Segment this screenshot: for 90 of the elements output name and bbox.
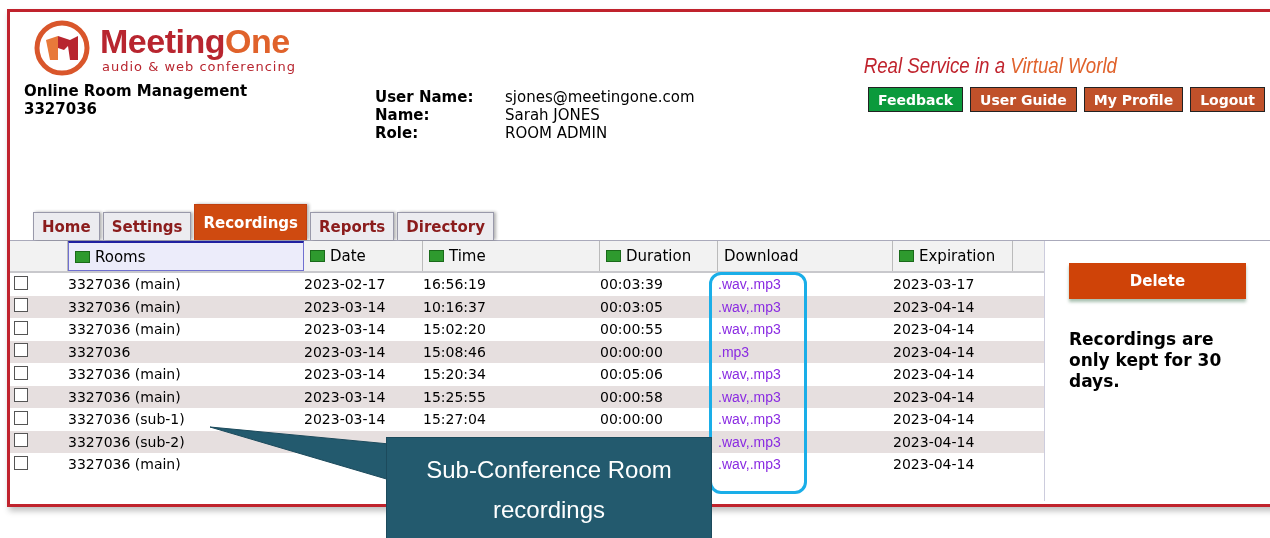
column-header[interactable]: Expiration <box>893 241 1013 271</box>
download-link[interactable]: .wav,.mp3 <box>718 366 781 383</box>
tab[interactable]: Reports <box>310 212 395 240</box>
download-link[interactable]: .wav,.mp3 <box>718 433 781 450</box>
table-cell: 3327036 (sub-2) <box>68 433 185 450</box>
table-cell: 00:00:58 <box>600 388 663 405</box>
table-cell: 15:27:04 <box>423 411 486 428</box>
sort-icon <box>429 250 444 262</box>
table-cell: 2023-04-14 <box>893 298 975 315</box>
column-header[interactable]: Time <box>423 241 600 271</box>
sort-icon <box>75 250 90 263</box>
table-cell: 2023-04-14 <box>893 321 975 338</box>
table-cell: 3327036 (main) <box>68 321 181 338</box>
download-link[interactable]: .wav,.mp3 <box>718 388 781 405</box>
table-cell: 00:00:00 <box>600 343 663 360</box>
table-cell: 2023-03-17 <box>893 276 975 293</box>
table-cell: 3327036 <box>68 343 131 360</box>
row-checkbox[interactable] <box>14 275 28 290</box>
row-checkbox[interactable] <box>14 320 28 335</box>
user-field-value: sjones@meetingone.com <box>505 88 695 106</box>
table-cell: 00:05:06 <box>600 366 663 383</box>
retention-note: Recordings are only kept for 30 days. <box>1069 329 1223 392</box>
download-link[interactable]: .wav,.mp3 <box>718 411 781 428</box>
table-cell: 00:00:55 <box>600 321 663 338</box>
table-cell: 2023-03-14 <box>304 343 386 360</box>
header-button[interactable]: User Guide <box>970 87 1077 112</box>
table-cell: 2023-03-14 <box>304 298 386 315</box>
slogan: Real Service in a Virtual World <box>863 53 1117 79</box>
tab[interactable]: Settings <box>102 212 192 240</box>
download-link[interactable]: .wav,.mp3 <box>718 276 781 293</box>
tab[interactable]: Home <box>33 212 100 240</box>
row-checkbox[interactable] <box>14 388 28 403</box>
column-header[interactable]: Duration <box>600 241 718 271</box>
download-link[interactable]: .mp3 <box>718 343 750 360</box>
row-checkbox[interactable] <box>14 433 28 448</box>
table-cell: 2023-03-14 <box>304 388 386 405</box>
column-header[interactable]: Download <box>718 241 893 271</box>
table-cell: 3327036 (sub-1) <box>68 411 185 428</box>
table-cell: 00:03:05 <box>600 298 663 315</box>
user-field-value: ROOM ADMIN <box>505 124 609 142</box>
table-cell: 10:16:37 <box>423 298 486 315</box>
table-cell: 2023-04-14 <box>893 388 975 405</box>
table-cell: 00:03:39 <box>600 276 663 293</box>
header-button[interactable]: Logout <box>1190 87 1265 112</box>
row-checkbox[interactable] <box>14 343 28 358</box>
table-cell: 00:00:00 <box>600 411 663 428</box>
table-cell: 3327036 (main) <box>68 276 181 293</box>
tab[interactable]: Directory <box>397 212 494 240</box>
user-field-value: Sarah JONES <box>505 106 601 124</box>
table-cell: 2023-04-14 <box>893 456 975 473</box>
app-title: Online Room Management <box>24 82 249 100</box>
user-field-label: User Name: <box>375 88 475 106</box>
table-cell: 3327036 (main) <box>68 456 181 473</box>
user-field-label: Role: <box>375 124 420 142</box>
logo-wordmark: MeetingOne <box>100 22 291 59</box>
table-cell: 15:25:55 <box>423 388 486 405</box>
table-cell: 15:02:20 <box>423 321 486 338</box>
row-checkbox[interactable] <box>14 298 28 313</box>
table-cell: 2023-03-14 <box>304 411 386 428</box>
row-checkbox[interactable] <box>14 455 28 470</box>
table-cell: 15:08:46 <box>423 343 486 360</box>
table-cell: 2023-04-14 <box>893 433 975 450</box>
table-cell: 2023-04-14 <box>893 366 975 383</box>
table-cell: 3327036 (main) <box>68 388 181 405</box>
table-cell: 2023-02-17 <box>304 276 386 293</box>
download-link[interactable]: .wav,.mp3 <box>718 456 781 473</box>
delete-button[interactable]: Delete <box>1069 263 1246 299</box>
sort-icon <box>899 250 914 262</box>
table-cell: 3327036 (main) <box>68 366 181 383</box>
header-button[interactable]: My Profile <box>1083 87 1184 112</box>
room-number: 3327036 <box>24 100 99 118</box>
table-cell: 2023-04-14 <box>893 343 975 360</box>
row-checkbox[interactable] <box>14 365 28 380</box>
table-cell: 2023-03-14 <box>304 366 386 383</box>
download-link[interactable]: .wav,.mp3 <box>718 298 781 315</box>
table-cell: 2023-04-14 <box>893 411 975 428</box>
sort-icon <box>606 250 621 262</box>
sort-icon <box>310 250 325 262</box>
column-header[interactable]: Date <box>304 241 423 271</box>
row-checkbox[interactable] <box>14 410 28 425</box>
table-cell: 3327036 (main) <box>68 298 181 315</box>
column-header[interactable]: Rooms <box>68 241 304 271</box>
download-link[interactable]: .wav,.mp3 <box>718 321 781 338</box>
callout-text: Sub-Conference Room recordings <box>426 456 672 523</box>
table-cell: 2023-03-14 <box>304 321 386 338</box>
table-cell: 16:56:19 <box>423 276 486 293</box>
header-button[interactable]: Feedback <box>867 87 963 112</box>
user-field-label: Name: <box>375 106 431 124</box>
table-cell: 15:20:34 <box>423 366 486 383</box>
tab[interactable]: Recordings <box>194 204 308 240</box>
